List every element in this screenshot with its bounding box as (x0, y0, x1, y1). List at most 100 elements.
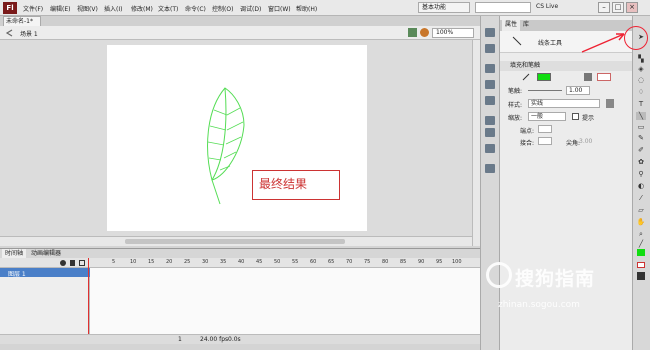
miter-label: 尖角: (566, 140, 581, 147)
frame-tick: 60 (310, 259, 317, 265)
scene-label[interactable]: 场景 1 (20, 29, 38, 38)
text-tool-icon[interactable]: T (636, 100, 646, 108)
menu-text[interactable]: 文本(T) (158, 4, 178, 13)
miter-value: 3.00 (579, 138, 593, 145)
maximize-button[interactable]: □ (612, 2, 624, 13)
paint-bucket-icon[interactable]: ◐ (636, 182, 646, 190)
fill-color-chip[interactable] (637, 249, 645, 256)
line-tool-icon[interactable]: ╲ (636, 112, 646, 120)
menu-debug[interactable]: 调试(D) (240, 4, 261, 13)
vertical-scrollbar[interactable] (472, 40, 480, 246)
no-color-chip[interactable] (637, 262, 645, 268)
pen-tool-icon[interactable]: ♢ (636, 88, 646, 96)
stroke-color-icon[interactable]: ╱ (636, 240, 646, 248)
join-select[interactable] (538, 137, 552, 145)
motion-presets-icon[interactable] (485, 144, 495, 153)
stroke-label: 笔触: (508, 88, 523, 95)
horizontal-scroll-thumb[interactable] (125, 239, 345, 244)
menu-edit[interactable]: 编辑(E) (50, 4, 70, 13)
search-input[interactable] (475, 2, 531, 13)
swatches-icon[interactable] (485, 44, 495, 53)
edit-symbol-icon[interactable] (420, 28, 429, 37)
brush-tool-icon[interactable]: ✐ (636, 146, 646, 154)
frame-tick: 45 (256, 259, 263, 265)
zoom-tool-icon[interactable]: ⌕ (636, 230, 646, 238)
info-icon[interactable] (485, 80, 495, 89)
close-button[interactable]: × (626, 2, 638, 13)
timeline-tab-bar: 时间轴 动画编辑器 (0, 248, 480, 259)
bone-tool-icon[interactable]: ⚲ (636, 170, 646, 178)
layer-list (0, 277, 90, 334)
hint-label: 提示 (582, 115, 595, 122)
cap-select[interactable] (538, 125, 552, 133)
deco-tool-icon[interactable]: ✿ (636, 158, 646, 166)
eye-icon[interactable] (60, 260, 66, 266)
stroke-color-swatch[interactable] (537, 73, 551, 81)
menu-help[interactable]: 帮助(H) (296, 4, 317, 13)
components-icon[interactable] (485, 128, 495, 137)
frame-tick: 25 (184, 259, 191, 265)
frame-tick: 65 (328, 259, 335, 265)
pencil-icon (522, 73, 530, 81)
watermark-url: zhinan.sogou.com (498, 300, 580, 310)
hint-checkbox[interactable] (572, 113, 579, 120)
workspace-switcher[interactable]: 基本功能 (418, 2, 470, 13)
rectangle-tool-icon[interactable]: ▭ (636, 123, 646, 131)
lasso-tool-icon[interactable]: ◌ (636, 76, 646, 84)
frame-tick: 85 (400, 259, 407, 265)
scale-label: 缩放: (508, 115, 523, 122)
frames-grid[interactable] (90, 268, 480, 334)
edit-style-icon[interactable] (606, 99, 614, 108)
tab-properties[interactable]: 属性 (502, 20, 521, 31)
menu-window[interactable]: 窗口(W) (268, 4, 291, 13)
frame-tick: 90 (418, 259, 425, 265)
hand-tool-icon[interactable]: ✋ (636, 218, 646, 226)
fill-color-swatch[interactable] (597, 73, 611, 81)
tab-library[interactable]: 库 (520, 20, 532, 31)
menu-file[interactable]: 文件(F) (23, 4, 43, 13)
eraser-tool-icon[interactable]: ▱ (636, 206, 646, 214)
back-arrow-icon[interactable] (4, 29, 16, 37)
frame-tick: 95 (436, 259, 443, 265)
section-fill-stroke[interactable]: 填充和笔触 (500, 61, 632, 71)
transform-icon[interactable] (485, 96, 495, 105)
menu-modify[interactable]: 修改(M) (131, 4, 153, 13)
stroke-slider[interactable] (528, 90, 562, 91)
stroke-width-input[interactable]: 1.00 (566, 86, 590, 95)
playhead[interactable] (88, 258, 89, 334)
style-label: 样式: (508, 102, 523, 109)
frame-tick: 5 (112, 259, 116, 265)
outline-icon[interactable] (79, 260, 85, 266)
edit-scene-icon[interactable] (408, 28, 417, 37)
document-tab[interactable]: 未命名-1* (3, 16, 41, 26)
code-snippets-icon[interactable] (485, 116, 495, 125)
frame-tick: 100 (452, 259, 462, 265)
align-icon[interactable] (485, 64, 495, 73)
history-icon[interactable] (485, 164, 495, 173)
eyedropper-icon[interactable]: ⁄ (636, 194, 646, 202)
sogou-logo-icon (486, 262, 512, 288)
menu-insert[interactable]: 插入(I) (104, 4, 122, 13)
frame-tick: 10 (130, 259, 137, 265)
cap-label: 端点: (520, 128, 535, 135)
leaf-drawing[interactable] (200, 80, 260, 210)
color-panel-icon[interactable] (485, 28, 495, 37)
minimize-button[interactable]: – (598, 2, 610, 13)
swap-colors-icon[interactable] (637, 272, 645, 280)
lock-icon[interactable] (70, 260, 75, 266)
menu-view[interactable]: 视图(V) (77, 4, 98, 13)
menu-commands[interactable]: 命令(C) (185, 4, 206, 13)
cs-live-button[interactable]: CS Live (536, 3, 558, 10)
join-label: 接合: (520, 140, 535, 147)
frame-tick: 50 (274, 259, 281, 265)
tool-name: 线条工具 (538, 40, 563, 47)
pointer-arrow-annotation (581, 33, 625, 53)
free-transform-icon[interactable]: ◈ (636, 65, 646, 73)
menu-control[interactable]: 控制(O) (212, 4, 233, 13)
bucket-icon (584, 73, 592, 81)
zoom-select[interactable]: 100% (432, 28, 474, 38)
pencil-tool-icon[interactable]: ✎ (636, 134, 646, 142)
style-select[interactable]: 实线 (528, 99, 600, 108)
subselection-tool-icon[interactable]: ▚ (636, 55, 646, 63)
scale-select[interactable]: 一般 (528, 112, 566, 121)
